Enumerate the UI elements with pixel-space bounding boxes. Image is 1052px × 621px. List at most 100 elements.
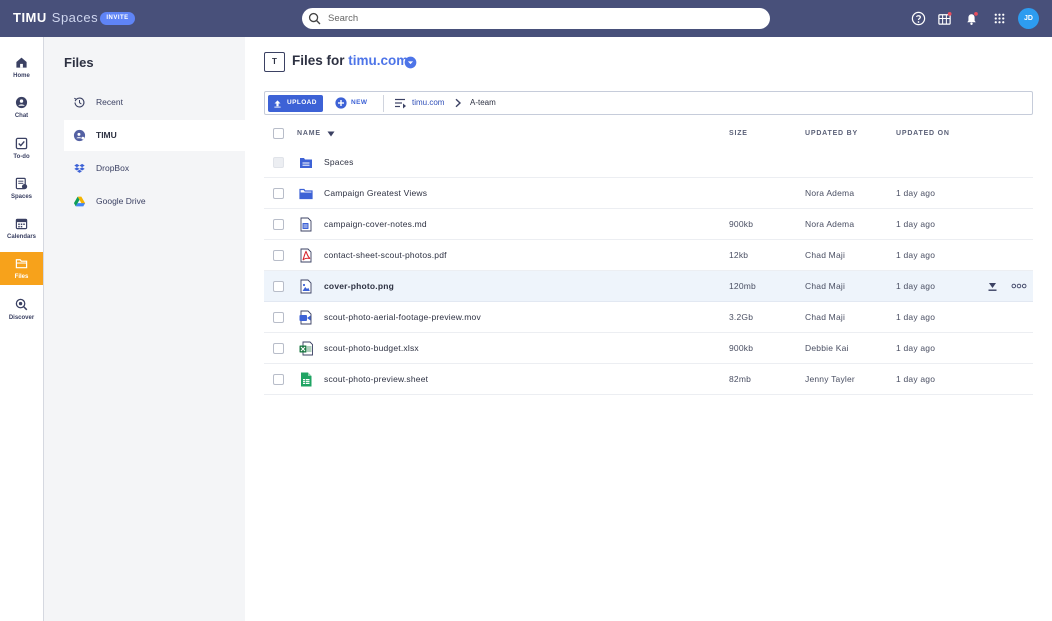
- file-size: 82mb: [729, 374, 752, 384]
- file-size: 12kb: [729, 250, 749, 260]
- row-checkbox[interactable]: [273, 312, 284, 323]
- rail-label: To-do: [13, 154, 30, 160]
- google-drive-icon: [73, 196, 86, 207]
- source-label: Recent: [96, 97, 123, 107]
- table-row[interactable]: scout-photo-preview.sheet 82mb Jenny Tay…: [264, 364, 1033, 395]
- table-row[interactable]: scout-photo-budget.xlsx 900kb Debbie Kai…: [264, 333, 1033, 364]
- breadcrumb-root[interactable]: timu.com: [412, 98, 444, 107]
- file-updated-on: 1 day ago: [896, 281, 936, 291]
- rail-label: Files: [14, 274, 29, 280]
- search-input[interactable]: [328, 10, 758, 27]
- row-checkbox[interactable]: [273, 219, 284, 230]
- column-updated-by[interactable]: UPDATED BY: [805, 130, 858, 137]
- source-label: DropBox: [96, 163, 130, 173]
- source-item-recent[interactable]: Recent: [64, 87, 245, 118]
- file-toolbar: UPLOAD NEW timu.com A-team: [264, 91, 1033, 115]
- folder-icon: [15, 259, 28, 269]
- bell-icon[interactable]: [964, 11, 979, 26]
- chevron-down-icon[interactable]: [404, 56, 417, 69]
- panel-title: Files: [64, 55, 94, 70]
- file-name[interactable]: Campaign Greatest Views: [324, 188, 427, 198]
- grid-icon[interactable]: [992, 11, 1007, 26]
- timu-icon: [73, 129, 86, 142]
- upload-button[interactable]: UPLOAD: [268, 95, 323, 112]
- table-row[interactable]: Spaces: [264, 147, 1033, 178]
- file-updated-on: 1 day ago: [896, 312, 936, 322]
- plus-circle-icon: [335, 97, 347, 109]
- more-options-icon[interactable]: [1011, 281, 1027, 291]
- upload-icon: [274, 100, 281, 108]
- file-updated-by: Jenny Tayler: [805, 374, 855, 384]
- table-row[interactable]: Campaign Greatest Views Nora Adema 1 day…: [264, 178, 1033, 209]
- rail-item-home[interactable]: Home: [0, 51, 43, 84]
- file-updated-by: Nora Adema: [805, 219, 855, 229]
- table-row[interactable]: scout-photo-aerial-footage-preview.mov 3…: [264, 302, 1033, 333]
- rail-label: Home: [13, 73, 30, 79]
- list-tree-icon: [395, 98, 406, 109]
- table-row[interactable]: contact-sheet-scout-photos.pdf 12kb Chad…: [264, 240, 1033, 271]
- row-checkbox[interactable]: [273, 374, 284, 385]
- file-updated-on: 1 day ago: [896, 250, 936, 260]
- source-item-dropbox[interactable]: DropBox: [64, 153, 245, 184]
- title-domain[interactable]: timu.com: [348, 53, 408, 68]
- video-file-icon: [299, 310, 312, 325]
- space-badge[interactable]: T: [264, 52, 285, 72]
- rail-item-discover[interactable]: Discover: [0, 293, 43, 326]
- column-updated-on[interactable]: UPDATED ON: [896, 130, 950, 137]
- image-file-icon: [300, 279, 312, 294]
- chat-icon: [15, 96, 28, 109]
- file-size: 120mb: [729, 281, 756, 291]
- file-name[interactable]: scout-photo-budget.xlsx: [324, 343, 419, 353]
- source-item-google-drive[interactable]: Google Drive: [64, 186, 245, 217]
- help-icon[interactable]: [911, 11, 926, 26]
- sort-down-icon[interactable]: [327, 131, 335, 137]
- brand-logo[interactable]: TIMU Spaces: [13, 10, 98, 27]
- rail-label: Discover: [8, 315, 35, 321]
- row-checkbox[interactable]: [273, 343, 284, 354]
- folder-icon: [299, 188, 313, 200]
- title-prefix: Files for: [292, 53, 345, 68]
- table-row-selected[interactable]: cover-photo.png 120mb Chad Maji 1 day ag…: [264, 271, 1033, 302]
- table-header: NAME SIZE UPDATED BY UPDATED ON: [264, 123, 1033, 145]
- source-item-timu[interactable]: TIMU: [64, 120, 245, 151]
- file-updated-on: 1 day ago: [896, 188, 936, 198]
- apps-store-icon[interactable]: [937, 11, 952, 26]
- file-updated-by: Chad Maji: [805, 250, 846, 260]
- rail-item-todo[interactable]: To-do: [0, 132, 43, 165]
- column-name[interactable]: NAME: [297, 130, 321, 137]
- search-icon: [308, 12, 321, 25]
- top-bar: TIMU Spaces INVITE JD: [0, 0, 1052, 37]
- rail-item-spaces[interactable]: Spaces: [0, 172, 43, 205]
- todo-icon: [15, 137, 28, 150]
- column-size[interactable]: SIZE: [729, 130, 748, 137]
- row-checkbox[interactable]: [273, 281, 284, 292]
- search-bar[interactable]: [302, 8, 770, 29]
- invite-button[interactable]: INVITE: [100, 12, 135, 25]
- download-icon[interactable]: [987, 281, 998, 292]
- row-checkbox: [273, 157, 284, 168]
- file-name[interactable]: contact-sheet-scout-photos.pdf: [324, 250, 447, 260]
- file-name[interactable]: Spaces: [324, 157, 354, 167]
- row-checkbox[interactable]: [273, 250, 284, 261]
- main-content: T Files for timu.com UPLOAD NEW timu.com…: [245, 37, 1052, 621]
- avatar[interactable]: JD: [1018, 8, 1039, 29]
- select-all-checkbox[interactable]: [273, 128, 284, 139]
- file-name[interactable]: scout-photo-aerial-footage-preview.mov: [324, 312, 481, 322]
- rail-item-calendars[interactable]: Calendars: [0, 212, 43, 245]
- brand-primary: TIMU: [13, 10, 47, 25]
- row-checkbox[interactable]: [273, 188, 284, 199]
- new-button[interactable]: NEW: [335, 96, 375, 111]
- file-name[interactable]: campaign-cover-notes.md: [324, 219, 427, 229]
- pdf-icon: [300, 248, 312, 263]
- source-label: Google Drive: [96, 196, 146, 206]
- brand-secondary: Spaces: [51, 10, 99, 25]
- rail-item-files[interactable]: Files: [0, 252, 43, 285]
- file-updated-by: Chad Maji: [805, 281, 846, 291]
- file-size: 900kb: [729, 343, 754, 353]
- file-name[interactable]: scout-photo-preview.sheet: [324, 374, 428, 384]
- table-row[interactable]: campaign-cover-notes.md 900kb Nora Adema…: [264, 209, 1033, 240]
- file-name[interactable]: cover-photo.png: [324, 281, 394, 291]
- upload-label: UPLOAD: [287, 99, 317, 106]
- breadcrumb-current[interactable]: A-team: [470, 98, 496, 107]
- rail-item-chat[interactable]: Chat: [0, 91, 43, 124]
